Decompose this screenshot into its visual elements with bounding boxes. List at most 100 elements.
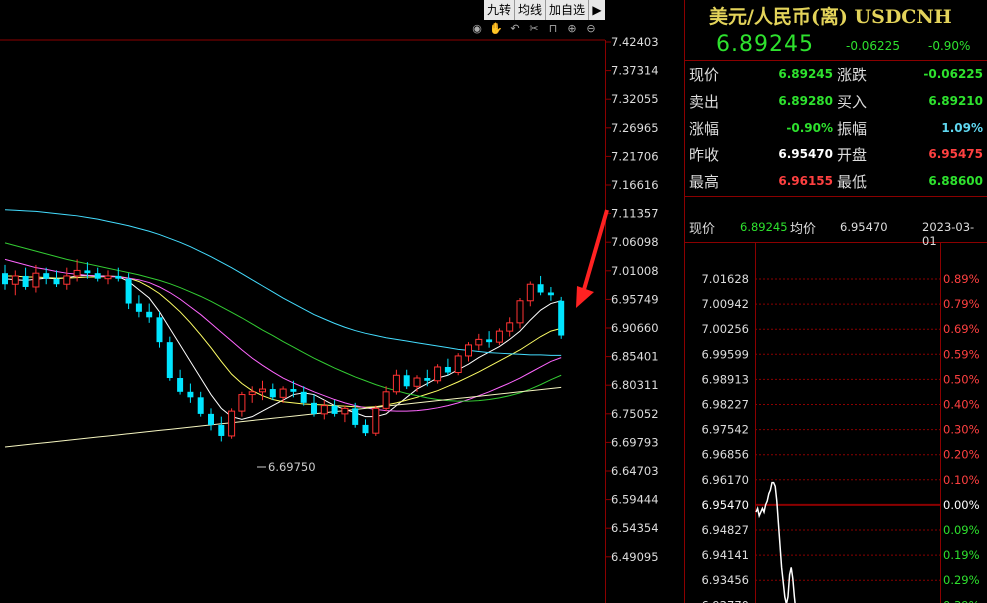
quote-label: 涨跌 <box>837 66 868 84</box>
candle <box>177 369 184 395</box>
candle <box>156 311 163 348</box>
tick-axis-right-label: 0.09% <box>943 523 980 537</box>
candle <box>32 264 40 293</box>
price-axis-label: 7.37314 <box>611 64 659 78</box>
tick-axis-right-label: 0.19% <box>943 548 980 562</box>
quote-label: 涨幅 <box>689 119 720 138</box>
tick-axis-right-label: 0.39% <box>943 598 980 603</box>
price-axis-label: 6.59444 <box>611 493 659 507</box>
tick-header: 现价 6.89245 均价 6.95470 2023-03-01 <box>689 218 987 248</box>
candle <box>547 286 554 301</box>
tick-axis-right-label: 0.40% <box>943 398 980 412</box>
tick-chart[interactable]: 7.01628 0.89% 7.00942 0.79% 7.00256 0.69% 6.99… <box>685 243 987 603</box>
quote-label: 卖出 <box>689 92 720 111</box>
candle <box>403 369 410 390</box>
tick-axis-left-label: 6.99599 <box>701 347 749 361</box>
kline-chart[interactable]: 7.42403 7.37314 7.32055 7.26965 7.21706 7.166… <box>0 0 685 603</box>
tick-axis-right-label: 0.20% <box>943 448 980 462</box>
tick-now-label: 现价 <box>689 222 716 237</box>
candle <box>22 267 29 290</box>
red-arrow-icon <box>576 209 609 308</box>
candle <box>362 419 369 436</box>
quote-label: 昨收 <box>689 146 720 165</box>
tick-axis-left-label: 6.95470 <box>701 498 749 512</box>
candle <box>465 342 472 362</box>
tick-avg-value: 6.95470 <box>840 220 888 234</box>
candle <box>475 333 483 351</box>
tick-axis-left-label: 6.94827 <box>701 523 749 537</box>
candle <box>259 380 266 401</box>
candle <box>341 405 349 423</box>
quote-label: 最高 <box>689 173 720 192</box>
quote-value: 6.89280 <box>778 93 833 108</box>
quote-value: 6.95470 <box>778 147 833 162</box>
candle <box>187 383 194 403</box>
price-axis-label: 6.85401 <box>611 350 659 364</box>
candle <box>331 400 338 417</box>
candle <box>444 358 451 376</box>
candle <box>392 369 400 395</box>
quote-label: 现价 <box>689 66 720 84</box>
tick-axis-left-label: 7.00942 <box>701 297 749 311</box>
candle <box>320 400 328 420</box>
candle <box>166 336 173 381</box>
price-axis-label: 6.95749 <box>611 292 659 306</box>
quote-label: 买入 <box>837 92 868 111</box>
quote-label: 振幅 <box>837 119 868 138</box>
candle <box>537 275 544 296</box>
candle <box>495 328 503 345</box>
tick-avg-label: 均价 <box>790 222 817 237</box>
tick-axis-right-label: 0.10% <box>943 473 980 487</box>
tick-axis-left-label: 6.96856 <box>701 448 749 462</box>
tick-axis-right-label: 0.30% <box>943 423 980 437</box>
candle <box>290 380 297 398</box>
price-axis-label: 7.01008 <box>611 264 659 278</box>
quote-value: 1.09% <box>941 120 983 135</box>
candle <box>486 331 493 348</box>
quote-row: 卖出 6.89280 买入 6.89210 <box>685 89 987 115</box>
candle <box>269 383 276 401</box>
price-axis-label: 7.32055 <box>611 92 659 106</box>
candle <box>424 369 431 387</box>
tick-axis-left-label: 6.94141 <box>701 548 749 562</box>
candle <box>135 295 142 318</box>
price-axis-label: 6.69793 <box>611 435 659 449</box>
tick-axis-left-label: 6.98227 <box>701 398 749 412</box>
price-axis-label: 6.75052 <box>611 407 659 421</box>
tick-axis-right-label: 0.50% <box>943 372 980 386</box>
quote-value: 6.89210 <box>928 93 983 108</box>
low-annotation: 6.69750 <box>257 460 316 474</box>
quote-value: -0.06225 <box>923 67 983 81</box>
candle <box>238 391 246 417</box>
price-axis-label: 6.54354 <box>611 521 659 535</box>
candle <box>413 375 421 392</box>
quote-row: 最高 6.96155 最低 6.88600 <box>685 169 987 195</box>
candle <box>382 386 390 412</box>
candle <box>197 391 204 417</box>
candle <box>454 353 462 376</box>
candle <box>53 270 60 287</box>
low-price-label: 6.69750 <box>268 460 316 474</box>
quote-label: 开盘 <box>837 146 868 165</box>
candle <box>146 303 153 323</box>
price-axis-label: 7.42403 <box>611 35 659 49</box>
candle <box>434 364 442 384</box>
quote-label: 最低 <box>837 173 868 192</box>
candle <box>558 296 565 339</box>
candle <box>506 317 514 337</box>
candle <box>279 386 287 403</box>
price-axis-label: 7.11357 <box>611 207 659 221</box>
tick-axis-right-label: 0.69% <box>943 322 980 336</box>
candle <box>11 270 19 296</box>
quote-value: -0.90% <box>786 120 833 135</box>
quote-row: 昨收 6.95470 开盘 6.95475 <box>685 142 987 168</box>
tick-now-value: 6.89245 <box>740 220 788 234</box>
candle <box>208 408 214 431</box>
price-axis-label: 6.49095 <box>611 550 659 564</box>
tick-axis-left-label: 6.93456 <box>701 573 749 587</box>
tick-axis-left-label: 6.98913 <box>701 372 749 386</box>
candle <box>228 408 236 439</box>
tick-axis-left-label: 6.92770 <box>701 598 749 603</box>
candle <box>526 281 534 307</box>
candle <box>372 405 380 436</box>
